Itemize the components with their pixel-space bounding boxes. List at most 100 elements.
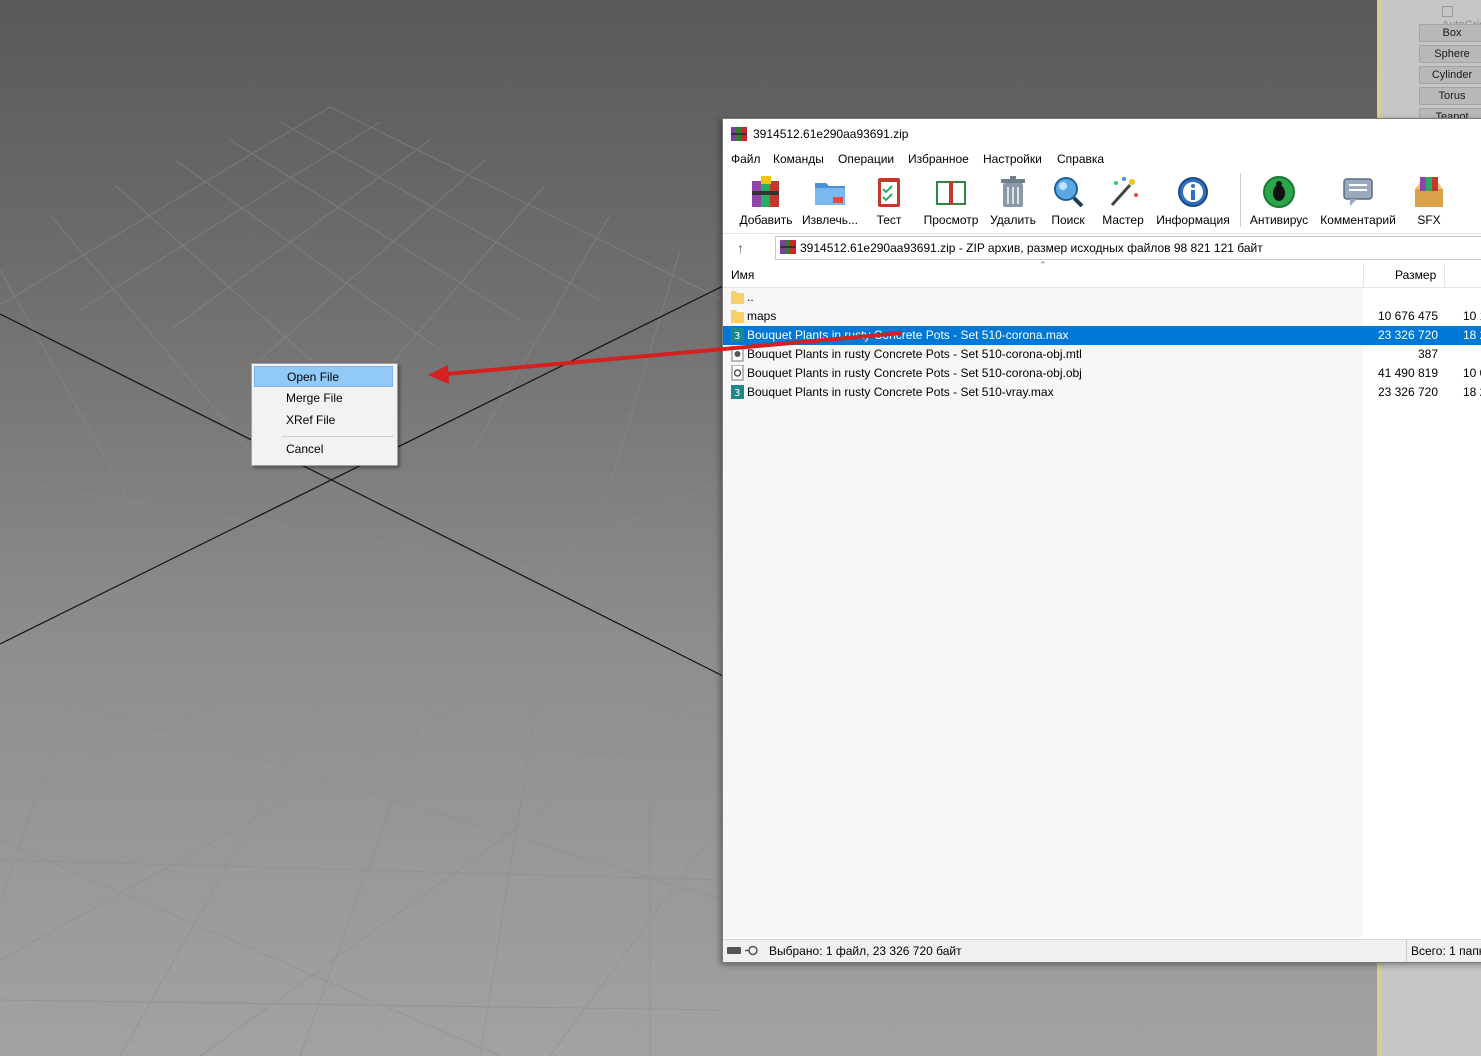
file-name: .. bbox=[747, 290, 754, 304]
window-titlebar[interactable]: 3914512.61e290aa93691.zip bbox=[723, 119, 1481, 149]
file-name: Bouquet Plants in rusty Concrete Pots - … bbox=[747, 366, 1082, 380]
extract-label: Извлечь... bbox=[801, 213, 858, 227]
zip-archive-icon bbox=[780, 240, 796, 254]
xref-file-menu-item[interactable]: XRef File bbox=[254, 410, 393, 431]
menu-help[interactable]: Справка bbox=[1057, 152, 1104, 166]
comment-button[interactable]: Комментарий bbox=[1317, 173, 1399, 229]
address-bar: ↑ 3914512.61e290aa93691.zip - ZIP архив,… bbox=[723, 233, 1481, 262]
sfx-button[interactable]: SFX bbox=[1407, 173, 1451, 229]
sphere-button[interactable]: Sphere bbox=[1419, 45, 1481, 63]
file-row-corona-mtl[interactable]: Bouquet Plants in rusty Concrete Pots - … bbox=[723, 345, 1481, 364]
file-list[interactable]: .. maps 10 676 475 10 1 3 Bouquet Plants… bbox=[723, 288, 1481, 937]
file-size: 387 bbox=[1417, 347, 1438, 361]
view-button[interactable]: Просмотр bbox=[921, 173, 981, 229]
folder-icon bbox=[731, 310, 744, 323]
find-label: Поиск bbox=[1051, 213, 1085, 227]
wizard-button[interactable]: Мастер bbox=[1097, 173, 1149, 229]
comment-icon bbox=[1343, 178, 1373, 206]
column-header-size[interactable]: Размер bbox=[1395, 268, 1436, 282]
menu-operations[interactable]: Операции bbox=[838, 152, 894, 166]
mtl-file-icon bbox=[731, 346, 744, 362]
menu-separator bbox=[282, 436, 394, 437]
status-bar: Выбрано: 1 файл, 23 326 720 байт Всего: … bbox=[723, 939, 1481, 962]
winrar-window: 3914512.61e290aa93691.zip Файл Команды О… bbox=[722, 118, 1481, 963]
file-drop-context-menu: Open File Merge File XRef File Cancel bbox=[251, 363, 398, 466]
wizard-wand-icon bbox=[1110, 177, 1138, 207]
window-title: 3914512.61e290aa93691.zip bbox=[753, 127, 909, 141]
magnifier-icon bbox=[1054, 177, 1084, 208]
path-field[interactable]: 3914512.61e290aa93691.zip - ZIP архив, р… bbox=[775, 236, 1481, 260]
column-divider[interactable] bbox=[1363, 263, 1364, 287]
view-label: Просмотр bbox=[923, 213, 979, 227]
file-size: 23 326 720 bbox=[1377, 328, 1438, 342]
menu-settings[interactable]: Настройки bbox=[983, 152, 1042, 166]
file-row-corona-obj[interactable]: Bouquet Plants in rusty Concrete Pots - … bbox=[723, 364, 1481, 383]
add-label: Добавить bbox=[739, 213, 793, 227]
menu-file[interactable]: Файл bbox=[731, 152, 761, 166]
file-row-corona-max[interactable]: 3 Bouquet Plants in rusty Concrete Pots … bbox=[723, 326, 1481, 345]
merge-file-menu-item[interactable]: Merge File bbox=[254, 388, 393, 409]
find-button[interactable]: Поиск bbox=[1045, 173, 1091, 229]
info-icon bbox=[1178, 177, 1208, 207]
column-divider[interactable] bbox=[1444, 263, 1445, 287]
menu-commands[interactable]: Команды bbox=[773, 152, 824, 166]
svg-text:3: 3 bbox=[734, 388, 740, 399]
archive-path-text: 3914512.61e290aa93691.zip - ZIP архив, р… bbox=[800, 241, 1263, 255]
menu-bar: Файл Команды Операции Избранное Настройк… bbox=[723, 150, 1481, 170]
add-archive-icon bbox=[752, 176, 779, 207]
delete-label: Удалить bbox=[990, 213, 1036, 227]
selection-status: Выбрано: 1 файл, 23 326 720 байт bbox=[769, 944, 962, 958]
sort-ascending-icon: ⌃ bbox=[1039, 260, 1047, 270]
max-file-icon: 3 bbox=[731, 385, 744, 399]
file-row-vray-max[interactable]: 3 Bouquet Plants in rusty Concrete Pots … bbox=[723, 383, 1481, 402]
drive-key-icon[interactable] bbox=[727, 945, 763, 956]
column-header-name[interactable]: Имя bbox=[731, 268, 754, 282]
menu-favorites[interactable]: Избранное bbox=[908, 152, 969, 166]
winrar-app-icon bbox=[731, 127, 747, 141]
antivirus-label: Антивирус bbox=[1249, 213, 1309, 227]
toolbar: Добавить Извлечь... Тест Просмотр Удалит… bbox=[723, 171, 1481, 231]
sfx-box-icon bbox=[1415, 177, 1443, 207]
torus-button[interactable]: Torus bbox=[1419, 87, 1481, 105]
file-size: 23 326 720 bbox=[1377, 385, 1438, 399]
trash-icon bbox=[1001, 176, 1025, 207]
open-file-menu-item[interactable]: Open File bbox=[254, 366, 393, 387]
cylinder-button[interactable]: Cylinder bbox=[1419, 66, 1481, 84]
view-book-icon bbox=[936, 181, 966, 205]
test-button[interactable]: Тест bbox=[869, 173, 909, 229]
test-clipboard-icon bbox=[878, 178, 900, 207]
test-label: Тест bbox=[876, 213, 902, 227]
wizard-label: Мастер bbox=[1102, 213, 1144, 227]
file-packed-size: 18 2 bbox=[1463, 328, 1481, 342]
svg-text:3: 3 bbox=[734, 331, 740, 342]
cancel-menu-item[interactable]: Cancel bbox=[254, 439, 393, 460]
extract-folder-icon bbox=[815, 183, 845, 205]
file-packed-size: 18 2 bbox=[1463, 385, 1481, 399]
extract-button[interactable]: Извлечь... bbox=[801, 173, 859, 229]
add-button[interactable]: Добавить bbox=[735, 173, 797, 229]
file-size: 10 676 475 bbox=[1377, 309, 1438, 323]
status-divider bbox=[1406, 940, 1407, 962]
file-packed-size: 10 1 bbox=[1463, 309, 1481, 323]
delete-button[interactable]: Удалить bbox=[989, 173, 1037, 229]
file-row-maps[interactable]: maps 10 676 475 10 1 bbox=[723, 307, 1481, 326]
box-button[interactable]: Box bbox=[1419, 24, 1481, 42]
obj-file-icon bbox=[731, 365, 744, 381]
file-name: Bouquet Plants in rusty Concrete Pots - … bbox=[747, 328, 1069, 342]
info-button[interactable]: Информация bbox=[1155, 173, 1231, 229]
file-size: 41 490 819 bbox=[1377, 366, 1438, 380]
up-arrow-icon[interactable]: ↑ bbox=[737, 240, 744, 256]
sfx-label: SFX bbox=[1417, 213, 1441, 227]
file-packed-size: 10 0 bbox=[1463, 366, 1481, 380]
column-headers: ⌃ Имя Размер bbox=[723, 260, 1481, 288]
file-row-parent[interactable]: .. bbox=[723, 288, 1481, 307]
total-status: Всего: 1 папк bbox=[1411, 944, 1481, 958]
toolbar-separator bbox=[1240, 173, 1241, 227]
antivirus-bug-icon bbox=[1263, 176, 1295, 208]
comment-label: Комментарий bbox=[1320, 213, 1396, 227]
antivirus-button[interactable]: Антивирус bbox=[1248, 173, 1310, 229]
info-label: Информация bbox=[1156, 213, 1230, 227]
file-name: maps bbox=[747, 309, 777, 323]
folder-icon bbox=[731, 291, 744, 304]
file-name: Bouquet Plants in rusty Concrete Pots - … bbox=[747, 385, 1054, 399]
